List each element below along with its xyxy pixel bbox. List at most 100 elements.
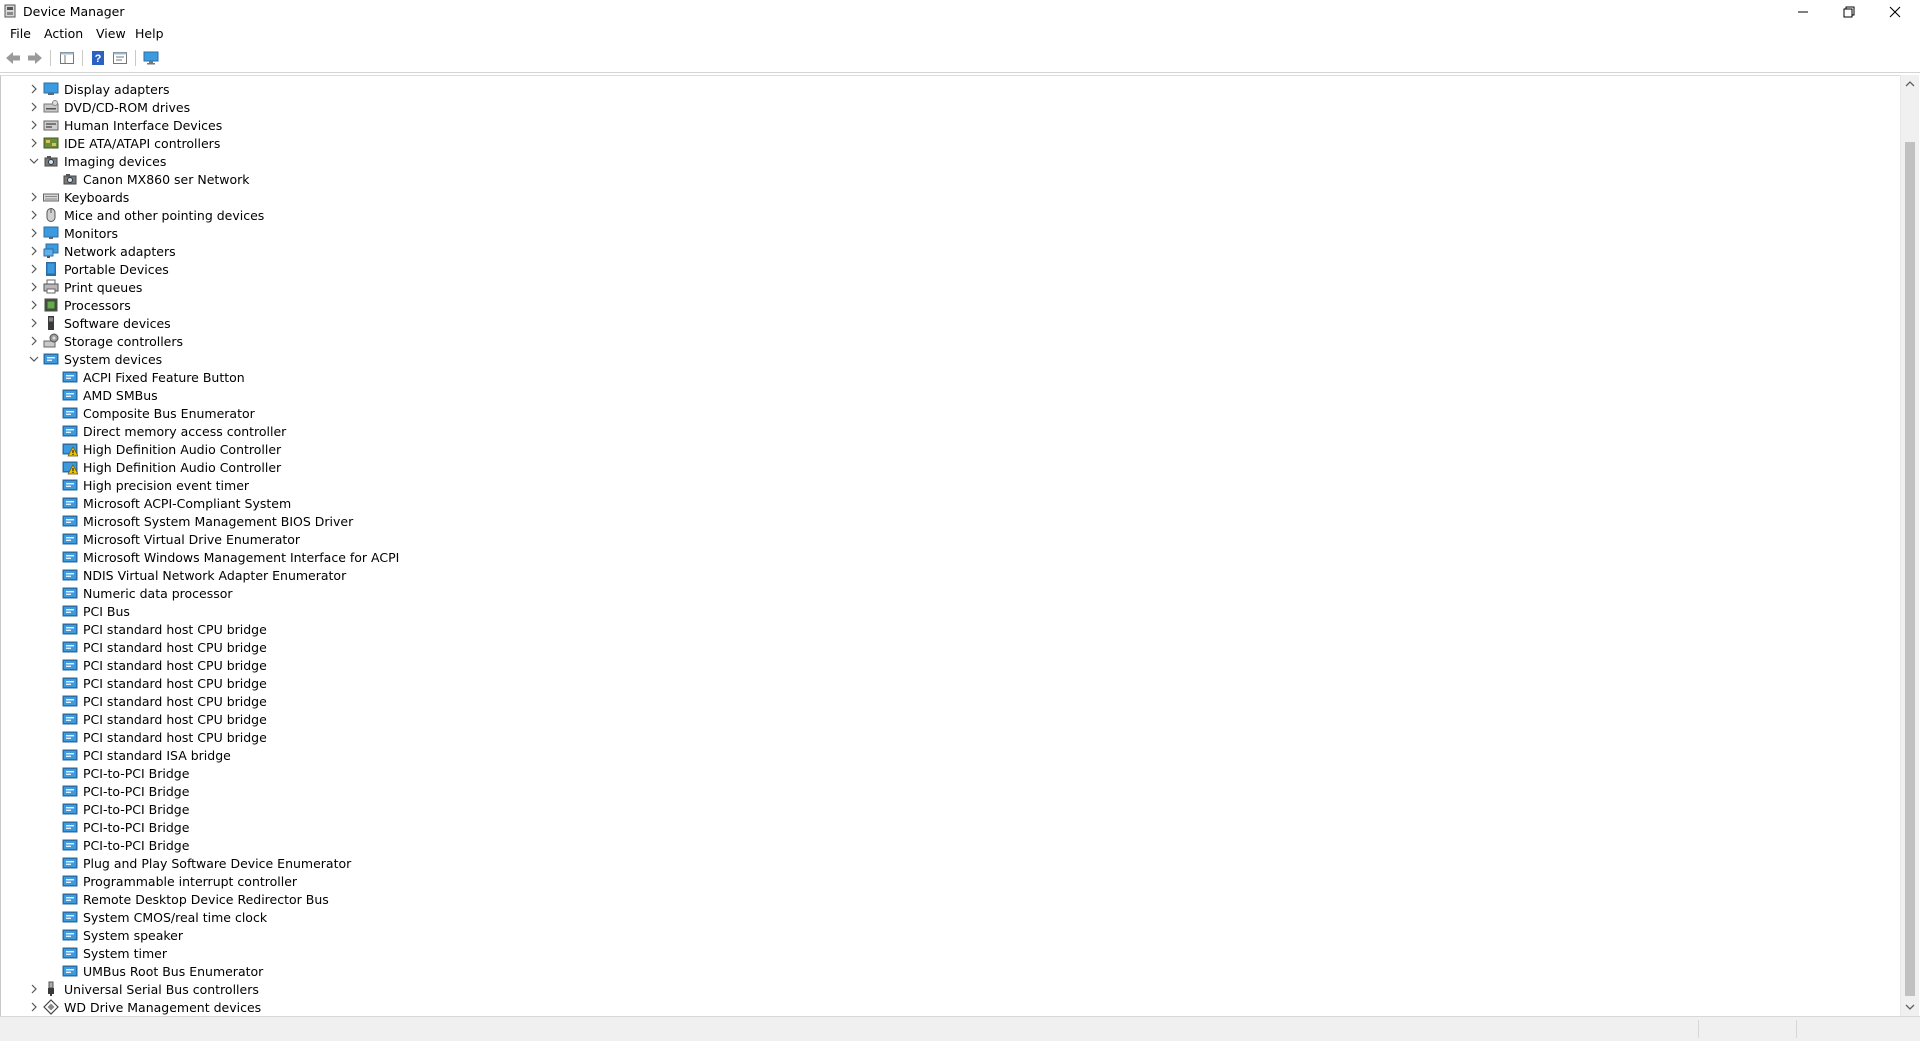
chevron-right-icon[interactable]: [26, 278, 40, 296]
tree-device-item[interactable]: PCI standard host CPU bridge: [1, 728, 1891, 746]
scan-hardware-button[interactable]: [141, 49, 161, 67]
tree-device-item[interactable]: High Definition Audio Controller: [1, 458, 1891, 476]
tree-category-ide-ata-atapi-controllers[interactable]: IDE ATA/ATAPI controllers: [1, 134, 1891, 152]
tree-device-item[interactable]: System speaker: [1, 926, 1891, 944]
chevron-right-icon[interactable]: [26, 98, 40, 116]
tree-item-label: PCI standard host CPU bridge: [83, 640, 267, 655]
tree-device-item[interactable]: PCI standard ISA bridge: [1, 746, 1891, 764]
chevron-right-icon[interactable]: [26, 134, 40, 152]
chevron-right-icon[interactable]: [26, 116, 40, 134]
tree-category-human-interface-devices[interactable]: Human Interface Devices: [1, 116, 1891, 134]
tree-device-item[interactable]: NDIS Virtual Network Adapter Enumerator: [1, 566, 1891, 584]
tree-device-item[interactable]: Programmable interrupt controller: [1, 872, 1891, 890]
tree-item-label: Plug and Play Software Device Enumerator: [83, 856, 352, 871]
menu-action[interactable]: Action: [40, 26, 87, 41]
tree-item-label: PCI standard host CPU bridge: [83, 712, 267, 727]
vertical-scrollbar[interactable]: [1900, 75, 1919, 1016]
tree-device-item[interactable]: Microsoft System Management BIOS Driver: [1, 512, 1891, 530]
back-button[interactable]: [3, 49, 23, 67]
forward-button[interactable]: [25, 49, 45, 67]
chevron-right-icon[interactable]: [26, 296, 40, 314]
tree-device-item[interactable]: PCI-to-PCI Bridge: [1, 818, 1891, 836]
chevron-right-icon[interactable]: [26, 260, 40, 278]
tree-item-label: Numeric data processor: [83, 586, 233, 601]
tree-device-item[interactable]: PCI-to-PCI Bridge: [1, 836, 1891, 854]
tree-device-item[interactable]: Plug and Play Software Device Enumerator: [1, 854, 1891, 872]
chevron-right-icon[interactable]: [26, 314, 40, 332]
tree-device-item[interactable]: System CMOS/real time clock: [1, 908, 1891, 926]
chevron-down-icon[interactable]: [26, 350, 40, 368]
chevron-right-icon[interactable]: [26, 80, 40, 98]
help-button[interactable]: ?: [88, 49, 108, 67]
tree-device-item[interactable]: System timer: [1, 944, 1891, 962]
chevron-right-icon[interactable]: [26, 206, 40, 224]
tree-category-storage-controllers[interactable]: Storage controllers: [1, 332, 1891, 350]
tree-category-processors[interactable]: Processors: [1, 296, 1891, 314]
scroll-down-button[interactable]: [1901, 999, 1919, 1016]
tree-device-item[interactable]: Composite Bus Enumerator: [1, 404, 1891, 422]
system-device-icon: [62, 747, 78, 763]
tree-item-label: Portable Devices: [64, 262, 169, 277]
tree-device-item[interactable]: UMBus Root Bus Enumerator: [1, 962, 1891, 980]
chevron-right-icon[interactable]: [26, 998, 40, 1016]
tree-device-item[interactable]: PCI standard host CPU bridge: [1, 638, 1891, 656]
device-tree[interactable]: Display adapters DVD/CD-ROM drives Human I…: [0, 75, 1901, 1017]
tree-category-monitors[interactable]: Monitors: [1, 224, 1891, 242]
tree-device-item[interactable]: High Definition Audio Controller: [1, 440, 1891, 458]
chevron-right-icon[interactable]: [26, 980, 40, 998]
tree-category-software-devices[interactable]: Software devices: [1, 314, 1891, 332]
tree-item-label: Monitors: [64, 226, 119, 241]
tree-device-item[interactable]: PCI Bus: [1, 602, 1891, 620]
chevron-right-icon[interactable]: [26, 332, 40, 350]
tree-device-item[interactable]: PCI standard host CPU bridge: [1, 692, 1891, 710]
chevron-right-icon[interactable]: [26, 242, 40, 260]
menu-view[interactable]: View: [92, 26, 130, 41]
tree-device-item[interactable]: Microsoft ACPI-Compliant System: [1, 494, 1891, 512]
system-device-icon: [62, 945, 78, 961]
tree-category-mice-and-other-pointing-devices[interactable]: Mice and other pointing devices: [1, 206, 1891, 224]
minimize-button[interactable]: [1780, 0, 1826, 24]
tree-device-item[interactable]: PCI standard host CPU bridge: [1, 674, 1891, 692]
tree-device-item[interactable]: High precision event timer: [1, 476, 1891, 494]
tree-device-item[interactable]: Direct memory access controller: [1, 422, 1891, 440]
tree-device-item[interactable]: AMD SMBus: [1, 386, 1891, 404]
tree-category-dvd-cd-rom-drives[interactable]: DVD/CD-ROM drives: [1, 98, 1891, 116]
tree-device-item[interactable]: ACPI Fixed Feature Button: [1, 368, 1891, 386]
restore-button[interactable]: [1826, 0, 1872, 24]
close-button[interactable]: [1872, 0, 1918, 24]
tree-category-display-adapters[interactable]: Display adapters: [1, 80, 1891, 98]
tree-device-item[interactable]: PCI standard host CPU bridge: [1, 620, 1891, 638]
system-device-icon: [62, 477, 78, 493]
tree-category-imaging-devices[interactable]: Imaging devices: [1, 152, 1891, 170]
status-pane: [1796, 1020, 1919, 1038]
status-bar: [0, 1016, 1920, 1041]
tree-category-universal-serial-bus-controllers[interactable]: Universal Serial Bus controllers: [1, 980, 1891, 998]
tree-category-network-adapters[interactable]: Network adapters: [1, 242, 1891, 260]
menu-file[interactable]: File: [6, 26, 35, 41]
properties-button[interactable]: [110, 49, 130, 67]
tree-item-label: Display adapters: [64, 82, 170, 97]
scroll-up-button[interactable]: [1901, 75, 1919, 92]
chevron-right-icon[interactable]: [26, 224, 40, 242]
tree-device-item[interactable]: Canon MX860 ser Network: [1, 170, 1891, 188]
tree-device-item[interactable]: PCI standard host CPU bridge: [1, 656, 1891, 674]
tree-device-item[interactable]: PCI-to-PCI Bridge: [1, 764, 1891, 782]
menu-help[interactable]: Help: [131, 26, 168, 41]
tree-category-wd-drive-management-devices[interactable]: WD Drive Management devices: [1, 998, 1891, 1016]
tree-device-item[interactable]: PCI standard host CPU bridge: [1, 710, 1891, 728]
tree-device-item[interactable]: Microsoft Virtual Drive Enumerator: [1, 530, 1891, 548]
scroll-thumb[interactable]: [1905, 142, 1915, 996]
tree-device-item[interactable]: Microsoft Windows Management Interface f…: [1, 548, 1891, 566]
tree-item-label: PCI-to-PCI Bridge: [83, 802, 190, 817]
chevron-right-icon[interactable]: [26, 188, 40, 206]
tree-device-item[interactable]: PCI-to-PCI Bridge: [1, 800, 1891, 818]
tree-category-portable-devices[interactable]: Portable Devices: [1, 260, 1891, 278]
tree-category-print-queues[interactable]: Print queues: [1, 278, 1891, 296]
tree-device-item[interactable]: Numeric data processor: [1, 584, 1891, 602]
chevron-down-icon[interactable]: [26, 152, 40, 170]
show-hide-console-tree-button[interactable]: [57, 49, 77, 67]
tree-category-keyboards[interactable]: Keyboards: [1, 188, 1891, 206]
tree-device-item[interactable]: Remote Desktop Device Redirector Bus: [1, 890, 1891, 908]
tree-device-item[interactable]: PCI-to-PCI Bridge: [1, 782, 1891, 800]
tree-category-system-devices[interactable]: System devices: [1, 350, 1891, 368]
